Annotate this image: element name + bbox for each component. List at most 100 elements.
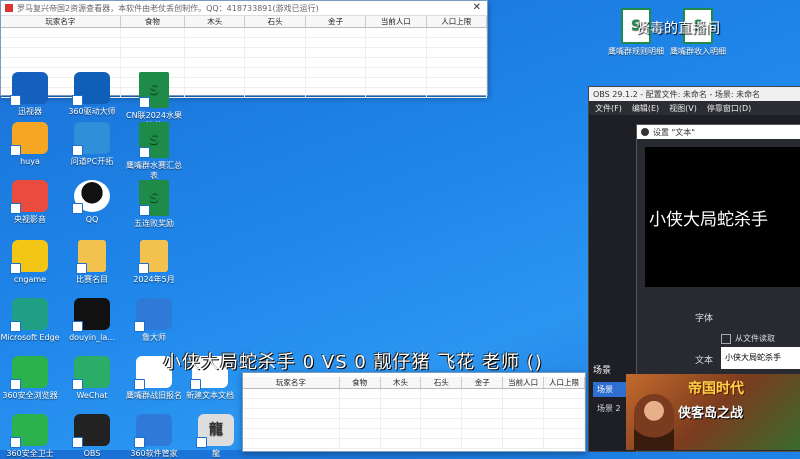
desktop-icon[interactable]: WeChat — [62, 356, 122, 401]
desktop-icon[interactable]: 2024年5月 — [124, 240, 184, 285]
shortcut-arrow-icon — [134, 437, 145, 448]
column-header[interactable]: 食物 — [121, 16, 186, 27]
desktop-icon[interactable]: 360安全浏览器 — [0, 356, 60, 401]
app-icon: S — [139, 122, 169, 158]
desktop-icon[interactable]: S 鹰嘴群水赛汇总表 — [124, 122, 184, 181]
desktop-icon[interactable]: OBS — [62, 414, 122, 459]
font-label: 字体 — [695, 314, 714, 324]
desktop-icon[interactable]: 问道PC开拓 — [62, 122, 122, 167]
menu-view[interactable]: 视图(V) — [669, 103, 697, 114]
desktop-icon-label: 鲁大师 — [142, 333, 166, 342]
app-icon: S — [139, 180, 169, 216]
ad-subtitle: 侠客岛之战 — [678, 406, 744, 421]
desktop-icon-label: 360安全卫士 — [6, 449, 54, 458]
shortcut-arrow-icon — [10, 263, 21, 274]
desktop-icon[interactable]: 央视影音 — [0, 180, 60, 225]
column-header[interactable]: 玩家名字 — [1, 16, 121, 27]
desktop-icon-label: 2024年5月 — [133, 275, 175, 284]
desktop-icon-label: 鹰嘴群战旧报名 — [126, 391, 182, 400]
resource-viewer-window-2[interactable]: 玩家名字 食物 木头 石头 金子 当前人口 人口上限 — [242, 372, 586, 452]
column-header[interactable]: 石头 — [421, 377, 463, 388]
desktop-icon[interactable]: 360软件管家 — [124, 414, 184, 459]
table-row — [243, 429, 585, 439]
shortcut-arrow-icon — [138, 263, 149, 274]
shortcut-arrow-icon — [72, 95, 83, 106]
table-row — [243, 409, 585, 419]
menu-edit[interactable]: 编辑(E) — [632, 103, 659, 114]
shortcut-arrow-icon — [10, 203, 21, 214]
desktop-icon-label: 五连败奖励 — [134, 219, 174, 228]
shortcut-arrow-icon — [10, 379, 21, 390]
column-header[interactable]: 人口上限 — [427, 16, 487, 27]
from-file-row[interactable]: 从文件读取 — [721, 333, 775, 344]
desktop-icon-label: 龍 — [212, 449, 220, 458]
desktop-icon[interactable]: 龍龍 — [186, 414, 246, 459]
desktop-icon-label: WeChat — [76, 391, 108, 400]
desktop-icon[interactable]: 360安全卫士 — [0, 414, 60, 459]
from-file-checkbox[interactable] — [721, 333, 731, 344]
shortcut-arrow-icon — [72, 145, 83, 156]
column-header[interactable]: 食物 — [340, 377, 381, 388]
menu-file[interactable]: 文件(F) — [595, 103, 622, 114]
desktop-icon[interactable]: 比赛名目 — [62, 240, 122, 285]
app-icon — [10, 414, 48, 448]
column-header[interactable]: 木头 — [381, 377, 422, 388]
table-row — [243, 439, 585, 449]
obs-logo-icon — [641, 128, 649, 136]
column-header[interactable]: 石头 — [245, 16, 306, 27]
shortcut-arrow-icon — [139, 147, 150, 158]
window-title: 罗马复兴帝国2资源查看器，本软件由老仗丢创制作。QQ：418733891(游戏已… — [17, 3, 319, 13]
column-header[interactable]: 人口上限 — [544, 377, 585, 388]
app-icon: 龍 — [196, 414, 234, 448]
desktop-icon[interactable]: douyin_la... — [62, 298, 122, 343]
desktop-icon-label: 央视影音 — [14, 215, 46, 224]
app-icon — [10, 122, 48, 156]
shortcut-arrow-icon — [139, 97, 150, 108]
dialog-titlebar[interactable]: 设置 "文本" — [637, 125, 800, 139]
app-icon — [10, 356, 48, 390]
table-row — [1, 58, 487, 68]
app-icon — [72, 180, 110, 214]
desktop-icon-label: cngame — [13, 275, 47, 284]
desktop-icon[interactable]: Microsoft Edge — [0, 298, 60, 343]
app-icon — [72, 414, 110, 448]
desktop-icon[interactable]: 迅视器 — [0, 72, 60, 117]
column-header[interactable]: 金子 — [462, 377, 504, 388]
desktop-icon-label: 迅视器 — [18, 107, 42, 116]
text-input[interactable]: 小侠大局蛇杀手 — [721, 347, 800, 369]
shortcut-arrow-icon — [196, 437, 207, 448]
desktop-icon[interactable]: cngame — [0, 240, 60, 285]
column-header[interactable]: 当前人口 — [503, 377, 545, 388]
desktop-icon[interactable]: 360驱动大师 — [62, 72, 122, 117]
desktop-icon[interactable]: huya — [0, 122, 60, 167]
close-icon[interactable]: ✕ — [473, 2, 481, 13]
obs-titlebar[interactable]: OBS 29.1.2 - 配置文件: 未命名 - 场景: 未命名 — [589, 87, 800, 101]
app-icon — [5, 4, 13, 12]
resource-viewer-titlebar[interactable]: 罗马复兴帝国2资源查看器，本软件由老仗丢创制作。QQ：418733891(游戏已… — [1, 1, 487, 16]
column-header[interactable]: 玩家名字 — [243, 377, 340, 388]
desktop-icon-label: OBS — [83, 449, 101, 458]
app-icon — [134, 414, 172, 448]
dialog-title: 设置 "文本" — [653, 127, 695, 137]
desktop-icon-label: 新建文本文档 — [186, 391, 234, 400]
desktop-icon-label: huya — [20, 157, 40, 166]
column-header[interactable]: 木头 — [185, 16, 246, 27]
ad-title: 帝国时代 — [688, 381, 744, 397]
table-header: 玩家名字 食物 木头 石头 金子 当前人口 人口上限 — [1, 16, 487, 28]
app-icon — [72, 356, 110, 390]
shortcut-arrow-icon — [139, 205, 150, 216]
app-icon — [10, 72, 48, 106]
shortcut-arrow-icon — [134, 379, 145, 390]
desktop-icon[interactable]: QQ — [62, 180, 122, 225]
game-ad-banner[interactable]: 帝国时代 侠客岛之战 — [626, 374, 800, 450]
column-header[interactable]: 当前人口 — [366, 16, 427, 27]
table-row — [243, 389, 585, 399]
desktop-icon[interactable]: 鲁大师 — [124, 298, 184, 343]
app-icon — [72, 72, 110, 106]
column-header[interactable]: 金子 — [306, 16, 367, 27]
desktop-icon[interactable]: S 五连败奖励 — [124, 180, 184, 229]
app-icon — [10, 180, 48, 214]
shortcut-arrow-icon — [72, 437, 83, 448]
desktop-icon-label: Microsoft Edge — [0, 333, 60, 342]
menu-docks[interactable]: 停靠窗口(D) — [707, 103, 751, 114]
